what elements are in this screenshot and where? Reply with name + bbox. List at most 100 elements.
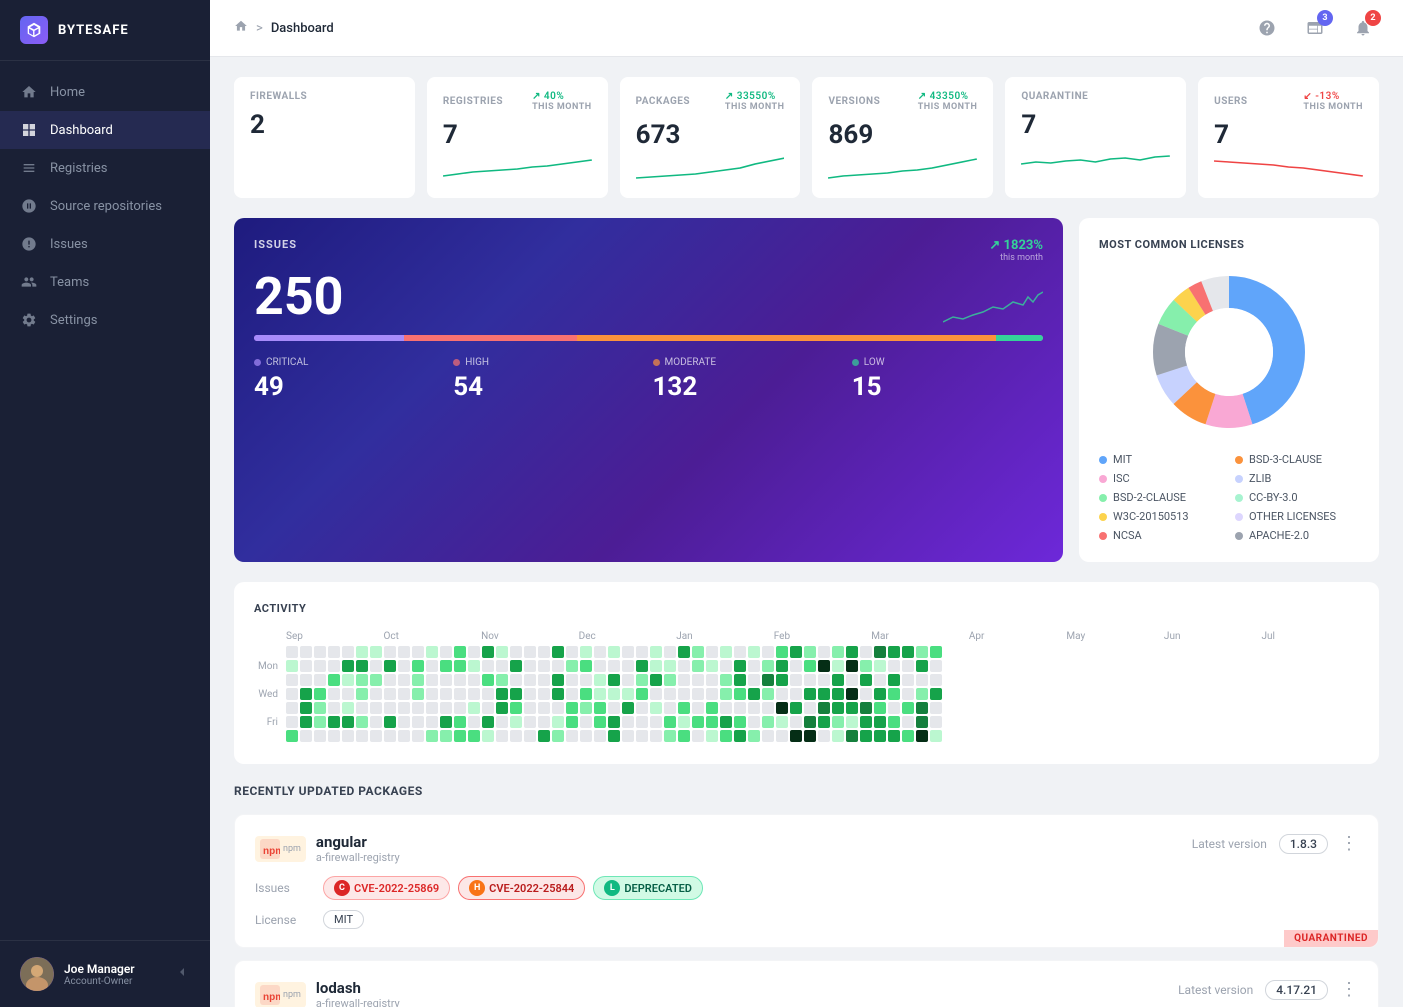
- legend-w3c: W3C-20150513: [1099, 510, 1223, 523]
- sidebar: BYTESAFE Home Dashboard Registries Sourc…: [0, 0, 210, 1007]
- packages-section: RECENTLY UPDATED PACKAGES npm npm: [234, 784, 1379, 1007]
- stat-card-quarantine: QUARANTINE 7: [1005, 77, 1186, 198]
- issues-icon: [20, 235, 38, 253]
- topbar-actions: 3 2: [1251, 12, 1379, 44]
- stat-card-packages: PACKAGES ↗ 33550% this month 673: [620, 77, 801, 198]
- stat-label-packages: PACKAGES ↗ 33550% this month: [636, 91, 785, 112]
- legend-mit: MIT: [1099, 453, 1223, 466]
- sidebar-collapse-button[interactable]: [174, 964, 190, 984]
- activity-title: ACTIVITY: [254, 602, 1359, 615]
- stat-change-packages: ↗ 33550% this month: [725, 91, 785, 112]
- packages-button[interactable]: 3: [1299, 12, 1331, 44]
- packages-badge: 3: [1317, 10, 1333, 26]
- sidebar-item-issues[interactable]: Issues: [0, 225, 210, 263]
- notifications-button[interactable]: 2: [1347, 12, 1379, 44]
- sidebar-item-home[interactable]: Home: [0, 73, 210, 111]
- sidebar-nav: Home Dashboard Registries Source reposit…: [0, 61, 210, 940]
- main-content: > Dashboard 3 2 FIREWALLS 2: [210, 0, 1403, 1007]
- angular-status-tags: QUARANTINED: [1284, 930, 1378, 947]
- stat-label-quarantine: QUARANTINE: [1021, 91, 1170, 102]
- stat-card-firewalls: FIREWALLS 2: [234, 77, 415, 198]
- mit-dot: [1099, 456, 1107, 464]
- breadcrumb-current: Dashboard: [271, 21, 334, 36]
- npm-label-lodash: npm: [283, 990, 301, 1000]
- issue-badge-deprecated[interactable]: L DEPRECATED: [593, 876, 703, 900]
- issues-title: ISSUES: [254, 238, 297, 251]
- stat-change-users: ↙ -13% this month: [1303, 91, 1363, 112]
- avatar: [20, 957, 54, 991]
- legend-bsd2: BSD-2-CLAUSE: [1099, 491, 1223, 504]
- issue-badge-cve2[interactable]: H CVE-2022-25844: [458, 876, 585, 900]
- critical-count: 49: [254, 372, 445, 402]
- sidebar-item-settings[interactable]: Settings: [0, 301, 210, 339]
- sidebar-item-registries[interactable]: Registries: [0, 149, 210, 187]
- package-card-lodash: npm npm lodash a-firewall-registry Lates…: [234, 960, 1379, 1007]
- package-name-info: angular a-firewall-registry: [316, 833, 400, 864]
- legend-apache: BSD-3-CLAUSE: [1235, 453, 1359, 466]
- sidebar-item-source-repositories-label: Source repositories: [50, 199, 162, 214]
- user-name: Joe Manager: [64, 962, 164, 976]
- topbar: > Dashboard 3 2: [210, 0, 1403, 57]
- breadcrumb-separator: >: [256, 21, 263, 36]
- legend-ncsa: NCSA: [1099, 529, 1223, 542]
- sidebar-item-teams-label: Teams: [50, 275, 89, 290]
- sidebar-item-source-repositories[interactable]: Source repositories: [0, 187, 210, 225]
- package-info-lodash: npm npm lodash a-firewall-registry: [255, 979, 400, 1007]
- license-label-angular: License: [255, 913, 315, 927]
- bsd2-dot: [1099, 494, 1107, 502]
- more-options-angular[interactable]: ⋮: [1340, 833, 1358, 854]
- severity-high: HIGH 54: [453, 357, 644, 402]
- other-dot: [1235, 532, 1243, 540]
- npm-icon-lodash: npm: [260, 985, 280, 1005]
- low-dot: [852, 359, 859, 366]
- moderate-count: 132: [653, 372, 844, 402]
- version-badge-lodash: 4.17.21: [1265, 980, 1328, 1000]
- severity-h: H: [469, 880, 485, 896]
- stat-value-users: 7: [1214, 120, 1363, 150]
- svg-text:npm: npm: [263, 992, 280, 1003]
- svg-text:npm: npm: [263, 846, 280, 857]
- isc-dot: [1099, 475, 1107, 483]
- user-info: Joe Manager Account-Owner: [64, 962, 164, 987]
- ccby-dot: [1235, 513, 1243, 521]
- help-button[interactable]: [1251, 12, 1283, 44]
- app-name: BYTESAFE: [58, 23, 129, 38]
- package-info-angular: npm npm angular a-firewall-registry: [255, 833, 400, 864]
- severity-moderate: MODERATE 132: [653, 357, 844, 402]
- zlib-dot: [1235, 494, 1243, 502]
- sidebar-item-teams[interactable]: Teams: [0, 263, 210, 301]
- severity-l: L: [604, 880, 620, 896]
- issues-card: ISSUES ↗ 1823% this month 250: [234, 218, 1063, 562]
- sidebar-footer: Joe Manager Account-Owner: [0, 940, 210, 1007]
- bsd3-dot: [1235, 475, 1243, 483]
- issue-badge-cve1[interactable]: C CVE-2022-25869: [323, 876, 450, 900]
- packages-section-title: RECENTLY UPDATED PACKAGES: [234, 784, 1379, 798]
- activity-card: ACTIVITY SepOctNovDecJanFebMarAprMayJunJ…: [234, 582, 1379, 764]
- breadcrumb-home-icon: [234, 19, 248, 37]
- npm-badge-lodash: npm npm: [255, 982, 306, 1007]
- stat-label-users: USERS ↙ -13% this month: [1214, 91, 1363, 112]
- logo-icon: [20, 16, 48, 44]
- dashboard-icon: [20, 121, 38, 139]
- license-legend: MIT BSD-3-CLAUSE ISC ZLIB: [1099, 453, 1359, 542]
- severity-grid: CRITICAL 49 HIGH 54 MO: [254, 357, 1043, 402]
- stat-card-versions: VERSIONS ↗ 43350% this month 869: [812, 77, 993, 198]
- legend-ccby: OTHER LICENSES: [1235, 510, 1359, 523]
- more-options-lodash[interactable]: ⋮: [1340, 979, 1358, 1000]
- apache-dot: [1235, 456, 1243, 464]
- sidebar-item-registries-label: Registries: [50, 161, 108, 176]
- stat-label-versions: VERSIONS ↗ 43350% this month: [828, 91, 977, 112]
- activity-grid: SepOctNovDecJanFebMarAprMayJunJulMonWedF…: [254, 631, 1359, 742]
- issues-change: ↗ 1823% this month: [989, 238, 1043, 263]
- package-version-area: Latest version 1.8.3 ⋮: [1192, 833, 1358, 854]
- sidebar-item-dashboard-label: Dashboard: [50, 123, 113, 138]
- issues-bar: [254, 335, 1043, 341]
- w3c-dot: [1099, 513, 1107, 521]
- license-badge-mit: MIT: [323, 910, 364, 929]
- high-dot: [453, 359, 460, 366]
- sidebar-item-dashboard[interactable]: Dashboard: [0, 111, 210, 149]
- stat-label-registries: REGISTRIES ↗ 40% this month: [443, 91, 592, 112]
- stat-value-versions: 869: [828, 120, 977, 150]
- package-version-area-lodash: Latest version 4.17.21 ⋮: [1178, 979, 1358, 1000]
- ncsa-dot: [1099, 532, 1107, 540]
